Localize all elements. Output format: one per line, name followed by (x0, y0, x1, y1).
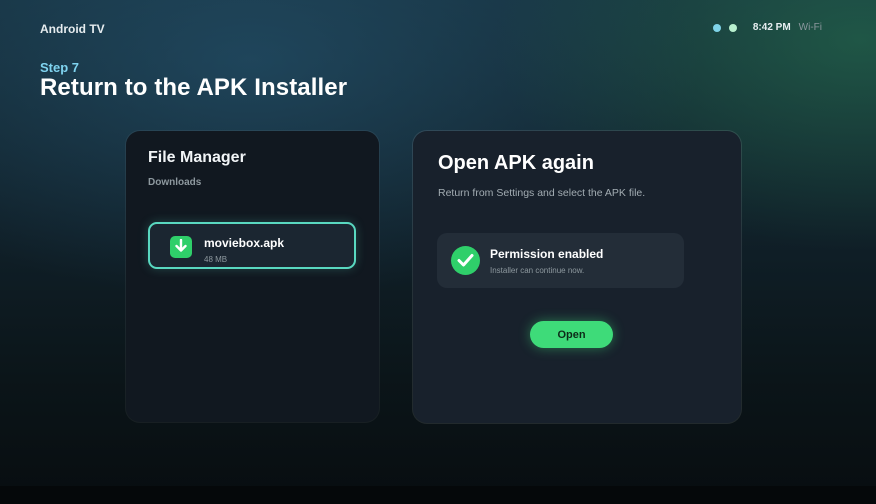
status-bar: 8:42 PM Wi-Fi (712, 22, 822, 33)
file-manager-panel: File Manager Downloads moviebox.apk 48 M… (126, 131, 379, 422)
folder-label: Downloads (148, 177, 202, 188)
status-dot-icon (728, 23, 737, 32)
status-dot-icon (712, 23, 721, 32)
step-label: Step 7 (40, 60, 80, 75)
brand-label: Android TV (40, 22, 105, 36)
open-apk-panel: Open APK again Return from Settings and … (413, 131, 741, 423)
clock: 8:42 PM (752, 22, 791, 33)
download-icon (170, 236, 192, 258)
file-manager-title: File Manager (148, 149, 246, 166)
panel-description: Return from Settings and select the APK … (438, 187, 646, 199)
open-button[interactable]: Open (530, 321, 613, 348)
permission-status: Permission enabled Installer can continu… (437, 233, 684, 288)
panel-title: Open APK again (438, 152, 594, 174)
file-size: 48 MB (204, 255, 228, 264)
file-name: moviebox.apk (204, 236, 285, 250)
permission-subtitle: Installer can continue now. (490, 266, 585, 275)
file-item-moviebox[interactable]: moviebox.apk 48 MB (148, 222, 356, 269)
page-title: Return to the APK Installer (40, 74, 348, 101)
permission-title: Permission enabled (490, 247, 604, 261)
network-label: Wi-Fi (798, 22, 822, 33)
check-icon (451, 246, 480, 275)
bottom-band (0, 486, 876, 504)
